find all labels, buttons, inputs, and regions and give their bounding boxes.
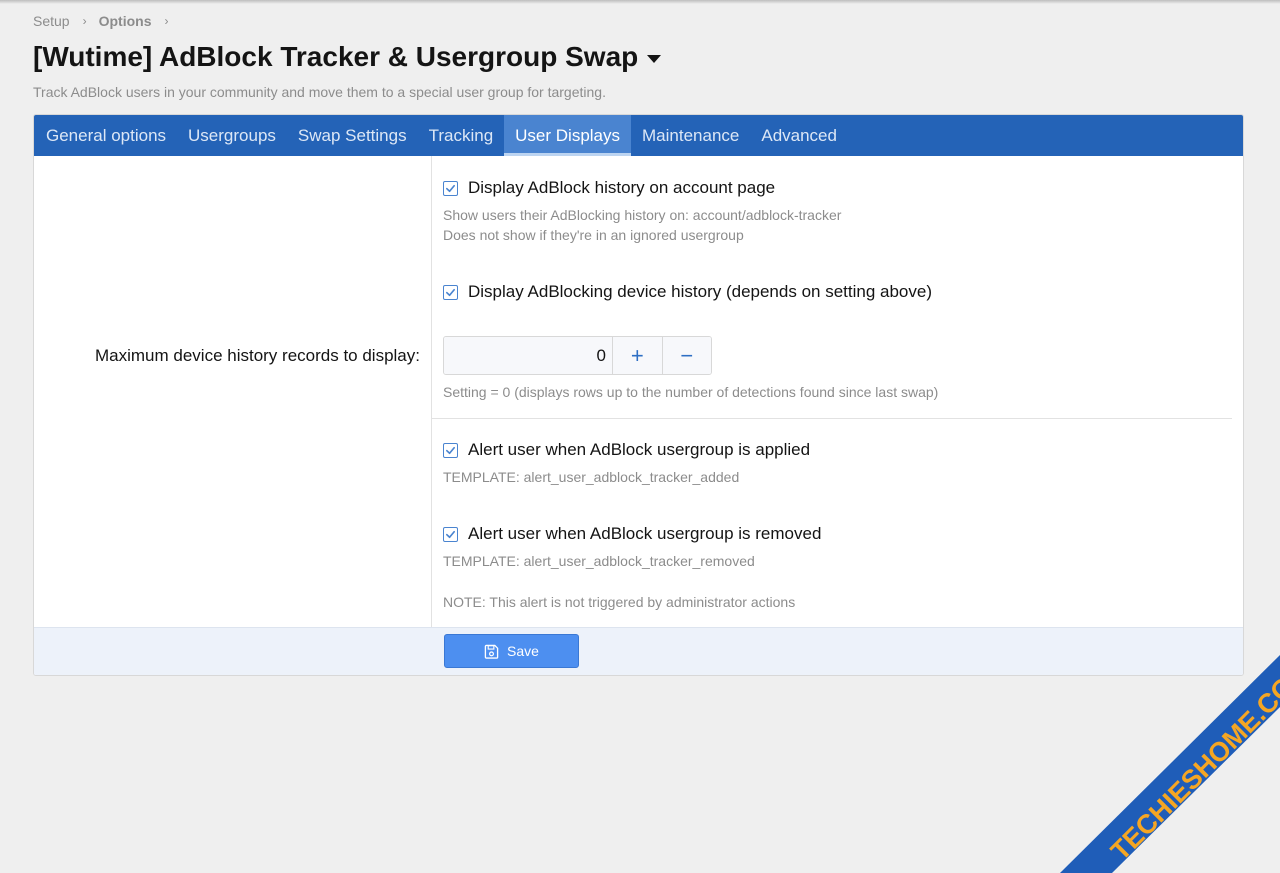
breadcrumb-setup[interactable]: Setup bbox=[33, 13, 70, 29]
tab-usergroups[interactable]: Usergroups bbox=[177, 115, 287, 156]
tab-advanced[interactable]: Advanced bbox=[750, 115, 848, 156]
check-icon bbox=[446, 288, 455, 296]
top-shadow bbox=[0, 0, 1280, 4]
max-records-hint: Setting = 0 (displays rows up to the num… bbox=[443, 384, 939, 400]
watermark-band bbox=[1060, 655, 1280, 873]
chevron-right-icon: › bbox=[82, 14, 87, 28]
check-icon bbox=[446, 184, 455, 192]
breadcrumb-options[interactable]: Options bbox=[99, 13, 152, 29]
display-device-history-option[interactable]: Display AdBlocking device history (depen… bbox=[443, 282, 932, 302]
save-button[interactable]: Save bbox=[444, 634, 579, 668]
input-column: Display AdBlock history on account page … bbox=[432, 156, 1243, 628]
tab-swap-settings[interactable]: Swap Settings bbox=[287, 115, 418, 156]
label-column: Maximum device history records to displa… bbox=[34, 156, 432, 628]
page-title: [Wutime] AdBlock Tracker & Usergroup Swa… bbox=[33, 41, 662, 73]
check-icon bbox=[446, 530, 455, 538]
tab-general-options[interactable]: General options bbox=[35, 115, 177, 156]
breadcrumb: Setup › Options › bbox=[33, 13, 180, 29]
alert-applied-checkbox[interactable] bbox=[443, 442, 458, 458]
display-history-checkbox[interactable] bbox=[443, 180, 458, 196]
page-description: Track AdBlock users in your community an… bbox=[33, 84, 606, 100]
save-label: Save bbox=[507, 643, 539, 659]
display-history-hint-1: Show users their AdBlocking history on: … bbox=[443, 207, 842, 223]
options-block: General options Usergroups Swap Settings… bbox=[33, 114, 1244, 676]
max-records-stepper: + − bbox=[443, 336, 712, 375]
tab-tracking[interactable]: Tracking bbox=[418, 115, 505, 156]
tab-user-displays[interactable]: User Displays bbox=[504, 115, 632, 156]
check-icon bbox=[446, 446, 455, 454]
alert-applied-hint: TEMPLATE: alert_user_adblock_tracker_add… bbox=[443, 469, 740, 485]
form-body: Maximum device history records to displa… bbox=[34, 156, 1243, 628]
increment-button[interactable]: + bbox=[612, 337, 662, 374]
watermark-logo: TECHIESHOME.COM bbox=[1060, 655, 1280, 873]
display-device-history-label[interactable]: Display AdBlocking device history (depen… bbox=[468, 282, 932, 302]
alert-applied-option[interactable]: Alert user when AdBlock usergroup is app… bbox=[443, 440, 810, 460]
display-device-history-checkbox[interactable] bbox=[443, 284, 458, 300]
alert-applied-label[interactable]: Alert user when AdBlock usergroup is app… bbox=[468, 440, 810, 460]
watermark: TECHIESHOME.COM bbox=[1060, 655, 1280, 873]
alert-removed-option[interactable]: Alert user when AdBlock usergroup is rem… bbox=[443, 524, 821, 544]
max-records-label: Maximum device history records to displa… bbox=[94, 346, 420, 365]
page-title-text: [Wutime] AdBlock Tracker & Usergroup Swa… bbox=[33, 41, 639, 72]
max-records-input[interactable] bbox=[444, 337, 612, 374]
alert-removed-note: NOTE: This alert is not triggered by adm… bbox=[443, 594, 796, 610]
display-history-hint-2: Does not show if they're in an ignored u… bbox=[443, 227, 744, 243]
tab-bar: General options Usergroups Swap Settings… bbox=[34, 115, 1243, 156]
alert-removed-label[interactable]: Alert user when AdBlock usergroup is rem… bbox=[468, 524, 821, 544]
chevron-right-icon: › bbox=[164, 14, 169, 28]
alert-removed-hint: TEMPLATE: alert_user_adblock_tracker_rem… bbox=[443, 553, 755, 569]
save-icon bbox=[484, 644, 499, 659]
tab-maintenance[interactable]: Maintenance bbox=[631, 115, 750, 156]
alert-removed-checkbox[interactable] bbox=[443, 526, 458, 542]
section-divider bbox=[432, 418, 1232, 419]
caret-down-icon[interactable] bbox=[647, 54, 662, 63]
display-history-option[interactable]: Display AdBlock history on account page bbox=[443, 178, 775, 198]
display-history-label[interactable]: Display AdBlock history on account page bbox=[468, 178, 775, 198]
decrement-button[interactable]: − bbox=[661, 337, 711, 374]
